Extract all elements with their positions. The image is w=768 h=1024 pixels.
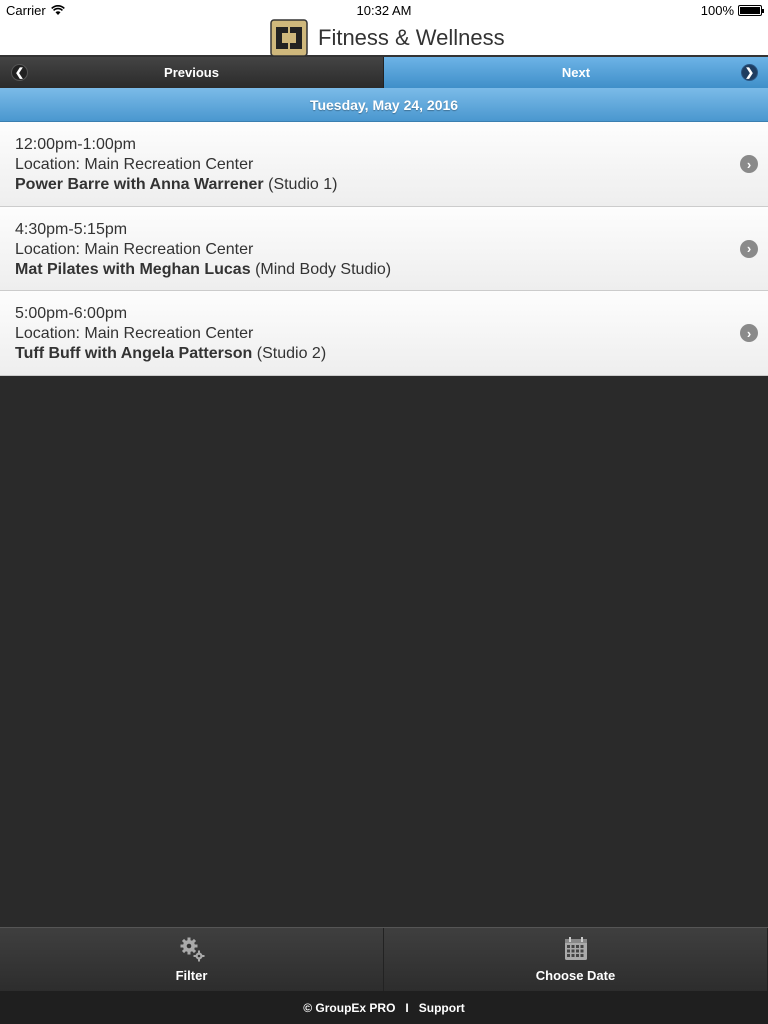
previous-label: Previous [164, 65, 219, 80]
support-link[interactable]: Support [419, 1001, 465, 1015]
cu-logo-icon [270, 19, 308, 57]
class-location: Location: Main Recreation Center [15, 156, 254, 173]
footer: © GroupEx PRO I Support [0, 991, 768, 1024]
day-navigation: ❮ Previous Next ❯ [0, 57, 768, 88]
chevron-right-icon: ❯ [741, 64, 758, 81]
chevron-left-icon: ❮ [11, 64, 28, 81]
class-time: 12:00pm-1:00pm [15, 136, 136, 153]
chevron-right-icon: › [740, 324, 758, 342]
next-button[interactable]: Next ❯ [384, 57, 768, 88]
list-item[interactable]: 5:00pm-6:00pm Location: Main Recreation … [0, 291, 768, 376]
list-item[interactable]: 12:00pm-1:00pm Location: Main Recreation… [0, 122, 768, 207]
battery-status: 100% [700, 3, 764, 18]
class-time: 4:30pm-5:15pm [15, 220, 128, 238]
list-item[interactable]: 4:30pm-5:15pm Location: Main Recreation … [0, 206, 768, 291]
battery-percent: 100% [700, 3, 734, 18]
filter-button[interactable]: Filter [0, 928, 384, 991]
class-room: (Mind Body Studio) [255, 260, 392, 278]
app-title: Fitness & Wellness [318, 25, 505, 50]
choose-date-button[interactable]: Choose Date [384, 928, 768, 991]
class-location: Location: Main Recreation Center [15, 240, 254, 258]
class-title: Tuff Buff with Angela Patterson [15, 345, 253, 362]
chevron-right-icon: › [740, 239, 758, 258]
choose-date-label: Choose Date [535, 968, 616, 983]
class-title: Power Barre with Anna Warrener [15, 176, 264, 193]
class-room: (Studio 2) [256, 345, 327, 362]
battery-icon [738, 5, 764, 16]
class-room: (Studio 1) [268, 176, 338, 193]
calendar-icon [564, 937, 587, 960]
next-label: Next [561, 65, 591, 80]
class-location: Location: Main Recreation Center [15, 325, 254, 342]
class-title: Mat Pilates with Meghan Lucas [15, 260, 251, 278]
app-header: Fitness & Wellness [0, 19, 768, 57]
class-time: 5:00pm-6:00pm [15, 305, 128, 322]
filter-label: Filter [175, 968, 208, 983]
previous-button[interactable]: ❮ Previous [0, 57, 384, 88]
copyright-text: © GroupEx PRO [303, 1000, 396, 1015]
footer-separator: I [405, 1000, 409, 1015]
chevron-right-icon: › [740, 155, 758, 173]
date-header: Tuesday, May 24, 2016 [0, 88, 768, 122]
bottom-toolbar: Filter Choose Date [0, 927, 768, 991]
class-list: 12:00pm-1:00pm Location: Main Recreation… [0, 122, 768, 376]
gears-icon [180, 937, 204, 962]
